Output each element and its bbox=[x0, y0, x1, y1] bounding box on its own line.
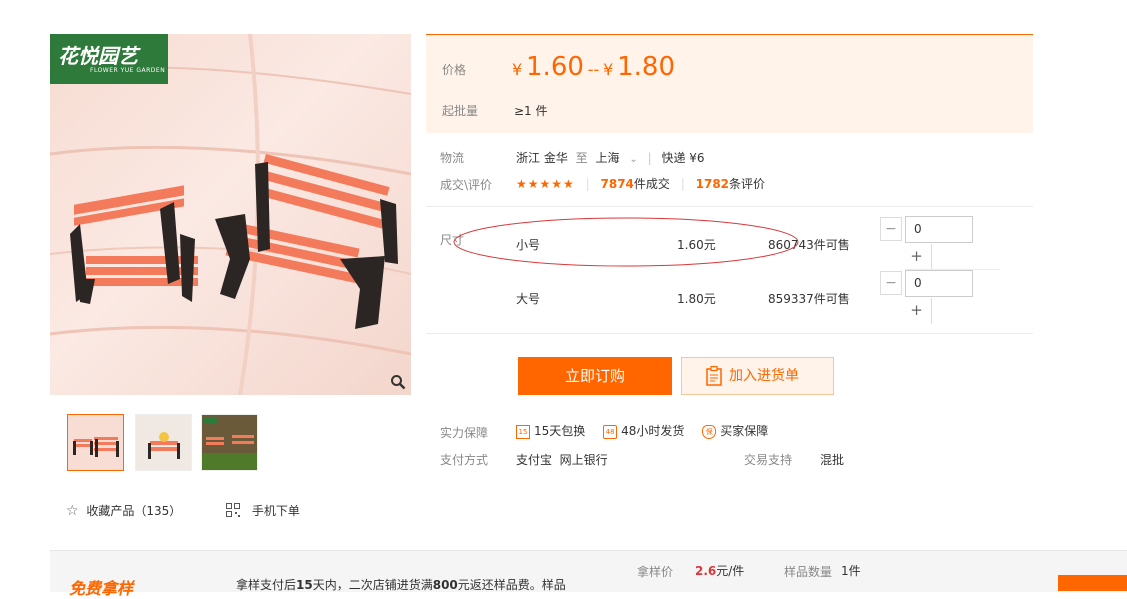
divider: | bbox=[585, 177, 590, 191]
add-to-cart-button[interactable]: 加入进货单 bbox=[681, 357, 834, 395]
guarantee-icon: 15 bbox=[516, 424, 530, 439]
moq-value: ≥1 件 bbox=[514, 104, 548, 118]
guarantee-text: 15天包换 bbox=[534, 424, 586, 438]
thumbnail-3[interactable] bbox=[201, 414, 258, 471]
deals-suffix: 件成交 bbox=[633, 177, 670, 191]
reviews-suffix: 条评价 bbox=[729, 177, 766, 191]
divider bbox=[426, 206, 1033, 207]
ship-to: 上海 bbox=[595, 151, 620, 165]
cart-list-icon bbox=[706, 366, 722, 386]
guarantee-text: 48小时发货 bbox=[621, 424, 685, 438]
sample-price-value: 2.6 bbox=[695, 564, 717, 578]
guarantee-text: 买家保障 bbox=[720, 424, 769, 438]
fav-count: （135） bbox=[134, 504, 182, 518]
sample-desc-days: 15 bbox=[296, 578, 313, 592]
sample-price-unit: 元/件 bbox=[716, 564, 745, 578]
rating-stars: ★★★★★ bbox=[516, 177, 575, 191]
ship-to-select[interactable]: 上海 ⌄ bbox=[596, 151, 638, 165]
currency-symbol: ¥ bbox=[603, 60, 614, 79]
sku-stock: 859337件可售 bbox=[768, 292, 850, 306]
zoom-icon[interactable] bbox=[390, 374, 406, 390]
express-fee: 快递 ¥6 bbox=[661, 151, 705, 165]
sample-desc-text: 天内，二次店铺进货满 bbox=[312, 578, 433, 592]
sample-desc-amount: 800 bbox=[432, 578, 458, 592]
reviews-count: 1782 bbox=[695, 177, 730, 191]
sample-qty-label: 样品数量 bbox=[784, 565, 833, 579]
logistics-label: 物流 bbox=[440, 151, 465, 165]
brand-logo: 花悦园艺 FLOWER YUE GARDEN bbox=[50, 34, 168, 84]
price-low: 1.60 bbox=[526, 52, 584, 82]
deals-label: 成交\评价 bbox=[440, 178, 493, 192]
chevron-down-icon: ⌄ bbox=[629, 154, 638, 165]
sample-order-button[interactable] bbox=[1058, 575, 1127, 591]
favorite-product-link[interactable]: ☆ 收藏产品（135） bbox=[66, 502, 181, 519]
divider: | bbox=[647, 151, 652, 165]
highlight-oval bbox=[453, 217, 799, 267]
qrcode-icon bbox=[226, 503, 240, 517]
deals-count: 7874 bbox=[600, 177, 634, 191]
sample-price-label: 拿样价 bbox=[637, 565, 674, 579]
deals-link[interactable]: 7874件成交 bbox=[601, 177, 670, 191]
guarantee-item[interactable]: 15 15天包换 bbox=[516, 424, 586, 439]
qty-minus-button[interactable]: − bbox=[880, 217, 902, 241]
deals-summary: ★★★★★ | 7874件成交 | 1782条评价 bbox=[516, 175, 765, 192]
sku-name: 大号 bbox=[516, 292, 541, 306]
thumbnail-2[interactable] bbox=[135, 414, 192, 471]
price-range: ¥ 1.60 -- ¥ 1.80 bbox=[512, 52, 675, 82]
payment-label: 支付方式 bbox=[440, 453, 489, 467]
mobile-order-label: 手机下单 bbox=[251, 504, 300, 518]
trade-support-label: 交易支持 bbox=[744, 453, 793, 467]
price-label: 价格 bbox=[442, 63, 467, 77]
currency-symbol: ¥ bbox=[512, 60, 523, 79]
price-separator: -- bbox=[587, 60, 600, 79]
sample-price: 2.6元/件 bbox=[695, 562, 744, 579]
trade-support-value: 混批 bbox=[820, 453, 845, 467]
mobile-order-link[interactable]: 手机下单 bbox=[226, 502, 300, 519]
moq-label: 起批量 bbox=[442, 104, 479, 118]
product-main-image[interactable]: 花悦园艺 FLOWER YUE GARDEN bbox=[50, 34, 411, 395]
guarantee-item[interactable]: 保买家保障 bbox=[702, 424, 769, 439]
large-bench bbox=[215, 153, 398, 329]
star-outline-icon: ☆ bbox=[66, 503, 79, 519]
qty-input[interactable]: 0 bbox=[905, 216, 973, 243]
free-sample-panel bbox=[50, 550, 1127, 592]
thumbnail-1[interactable] bbox=[67, 414, 124, 471]
buy-now-button[interactable]: 立即订购 bbox=[518, 357, 672, 395]
price-high: 1.80 bbox=[617, 52, 676, 82]
sku-price: 1.80元 bbox=[677, 292, 716, 306]
reviews-link[interactable]: 1782条评价 bbox=[696, 177, 765, 191]
ship-from: 浙江 金华 bbox=[516, 151, 568, 165]
sample-desc-text: 元返还样品费。样品 bbox=[457, 578, 566, 592]
logistics-route: 浙江 金华 至 上海 ⌄ | 快递 ¥6 bbox=[516, 149, 705, 166]
to-word: 至 bbox=[575, 151, 588, 165]
free-sample-title: 免费拿样 bbox=[69, 579, 134, 598]
guarantee-label: 实力保障 bbox=[440, 426, 489, 440]
sample-desc-text: 拿样支付后 bbox=[236, 578, 297, 592]
divider bbox=[426, 333, 1033, 334]
qty-plus-button[interactable]: + bbox=[902, 298, 932, 324]
qty-plus-button[interactable]: + bbox=[902, 244, 932, 270]
qty-input[interactable]: 0 bbox=[905, 270, 973, 297]
guarantee-list: 15 15天包换 48 48小时发货 保买家保障 bbox=[516, 422, 768, 439]
fav-label: 收藏产品 bbox=[86, 504, 135, 518]
add-cart-label: 加入进货单 bbox=[729, 368, 799, 384]
sample-qty-value: 1件 bbox=[841, 564, 861, 578]
guarantee-icon: 48 bbox=[603, 424, 618, 439]
sample-description: 拿样支付后15天内，二次店铺进货满800元返还样品费。样品 bbox=[236, 576, 566, 593]
payment-methods: 支付宝 网上银行 bbox=[516, 453, 608, 467]
guarantee-item[interactable]: 48 48小时发货 bbox=[603, 424, 685, 439]
guarantee-icon: 保 bbox=[702, 424, 717, 439]
divider: | bbox=[680, 177, 685, 191]
wood-grain-background bbox=[50, 34, 411, 395]
small-bench bbox=[70, 185, 198, 304]
qty-minus-button[interactable]: − bbox=[880, 271, 902, 295]
